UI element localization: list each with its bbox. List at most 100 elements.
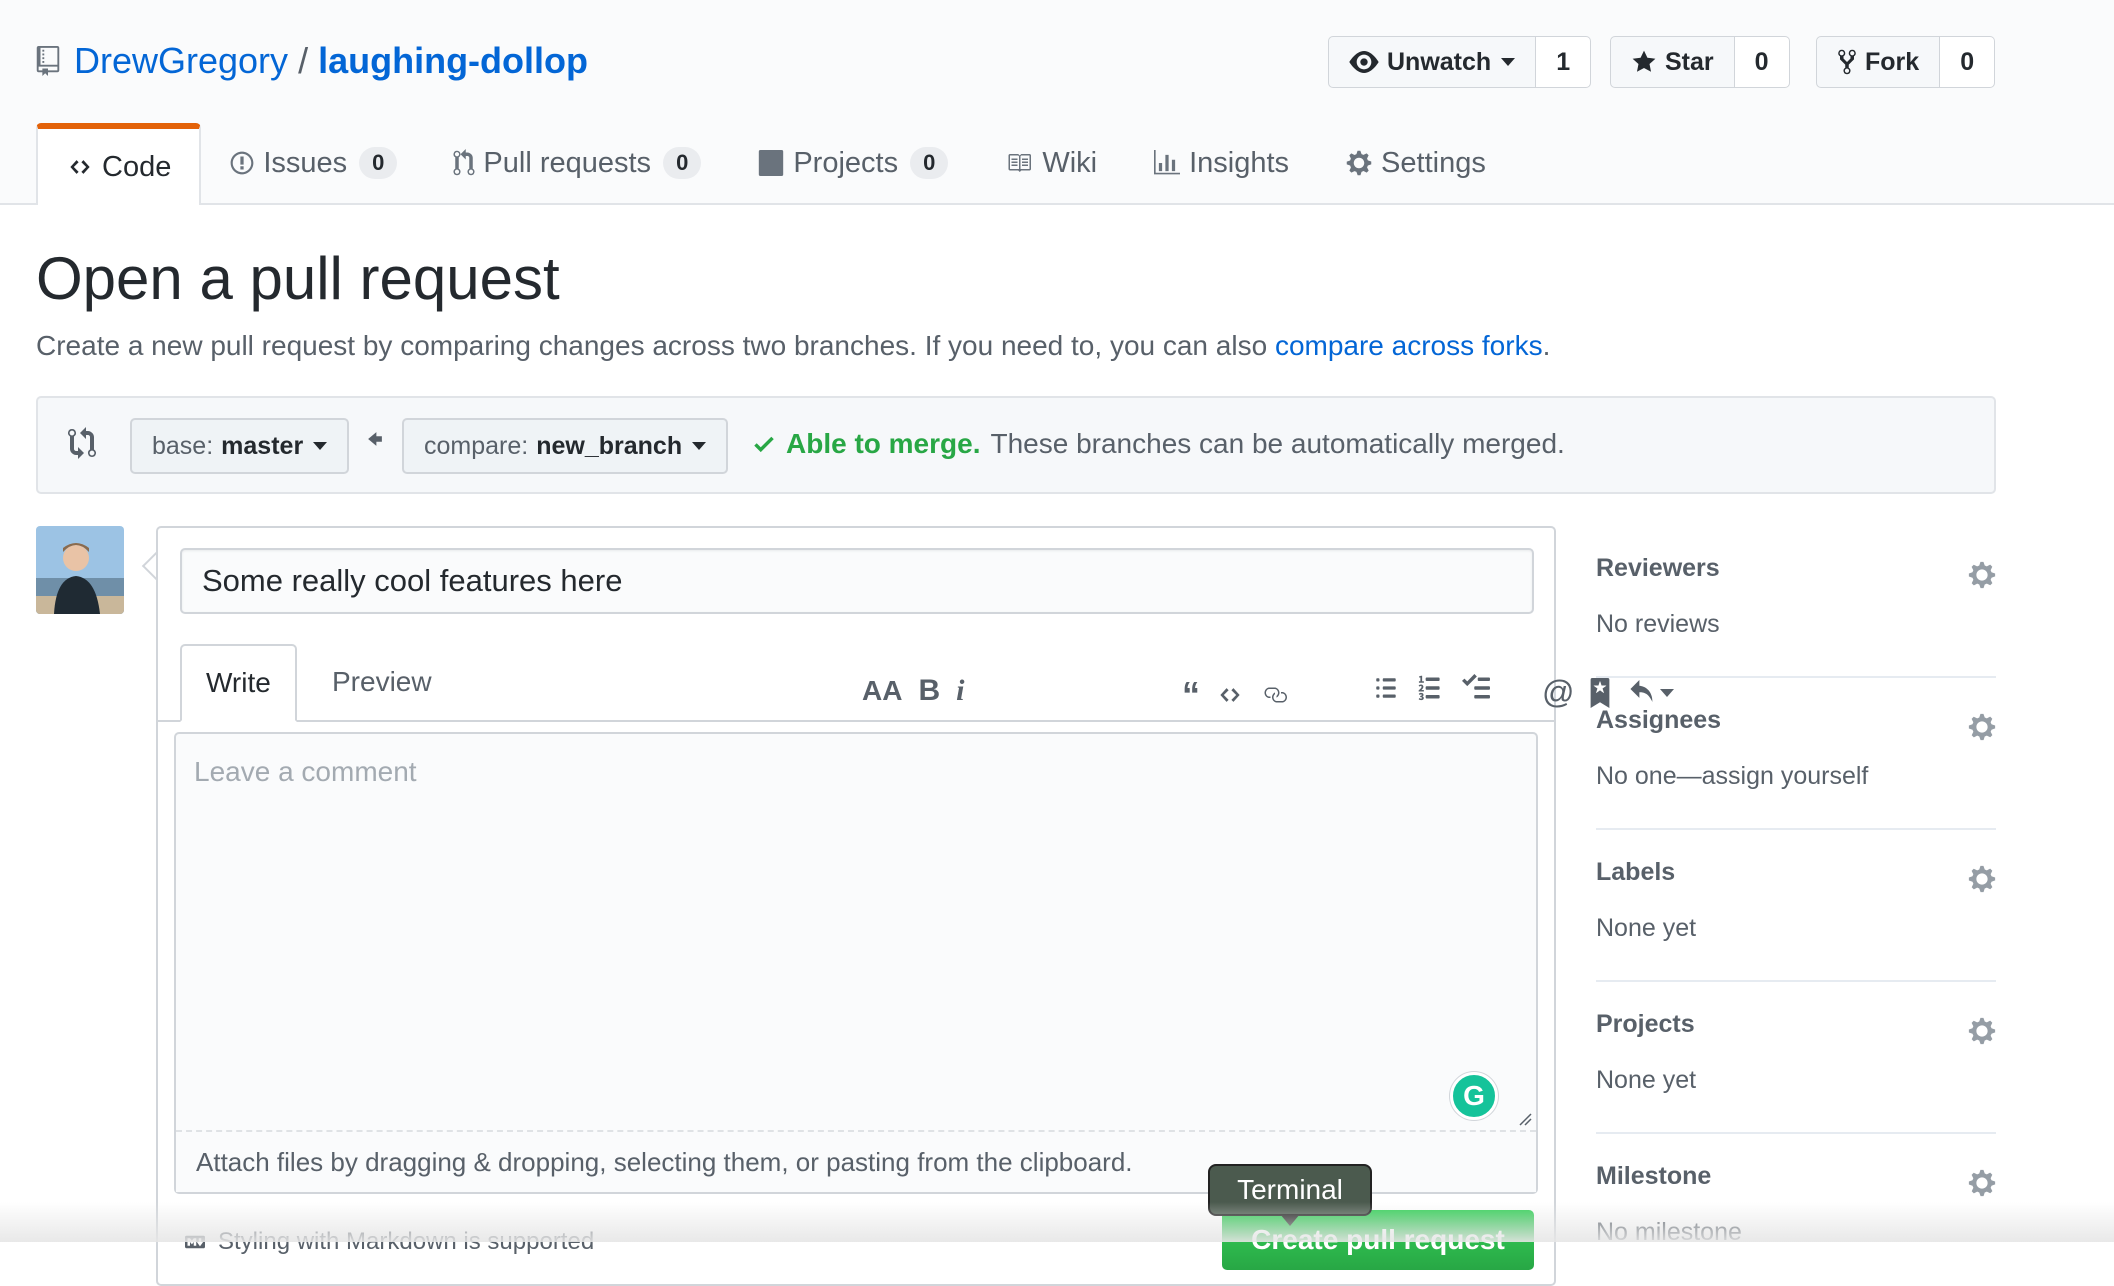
avatar[interactable]: [36, 526, 124, 614]
gear-icon[interactable]: [1968, 1168, 1996, 1198]
tab-projects[interactable]: Projects 0: [729, 123, 976, 203]
fork-group: Fork 0: [1816, 36, 1996, 90]
check-icon: [754, 436, 774, 453]
tab-write[interactable]: Write: [180, 644, 297, 722]
tab-insights-label: Insights: [1189, 146, 1290, 179]
issues-counter: 0: [359, 147, 398, 179]
subtitle-end: .: [1542, 330, 1551, 361]
tab-code[interactable]: Code: [36, 123, 202, 205]
chevron-down-icon: [313, 442, 328, 450]
page-subtitle: Create a new pull request by comparing c…: [36, 330, 1550, 362]
fork-label: Fork: [1865, 47, 1920, 76]
fork-button[interactable]: Fork: [1816, 36, 1941, 88]
task-list-icon[interactable]: [1460, 674, 1492, 702]
code-icon[interactable]: [1216, 684, 1244, 706]
gear-icon[interactable]: [1968, 712, 1996, 742]
star-button[interactable]: Star: [1610, 36, 1735, 88]
sidebar-title: Projects: [1596, 1010, 1695, 1038]
unordered-list-icon[interactable]: [1372, 675, 1400, 701]
compare-branch: new_branch: [536, 431, 683, 460]
pr-title-input[interactable]: Some really cool features here: [180, 548, 1534, 614]
code-icon: [70, 160, 90, 174]
markdown-toolbar: AA B i: [854, 674, 972, 708]
editor-tabs: Write Preview AA B i “ @: [158, 636, 1675, 722]
compare-branch-select[interactable]: compare: new_branch: [402, 418, 729, 474]
tab-projects-label: Projects: [793, 146, 899, 179]
repo-owner-link[interactable]: DrewGregory: [74, 40, 288, 82]
arrow-left-icon: [368, 432, 382, 446]
ordered-list-icon[interactable]: [1416, 674, 1444, 702]
tab-code-label: Code: [102, 150, 172, 183]
resize-handle-icon[interactable]: [1518, 1112, 1532, 1126]
repo-name-link[interactable]: laughing-dollop: [318, 40, 588, 82]
page-title: Open a pull request: [36, 245, 560, 312]
star-icon: [1632, 50, 1656, 72]
book-icon: [1008, 154, 1032, 172]
projects-counter: 0: [910, 147, 949, 179]
unwatch-label: Unwatch: [1387, 47, 1492, 76]
tab-issues-label: Issues: [263, 146, 348, 179]
unwatch-button[interactable]: Unwatch: [1328, 36, 1537, 88]
tab-settings-label: Settings: [1381, 146, 1486, 179]
sidebar-projects[interactable]: Projects None yet: [1596, 982, 1996, 1134]
watch-group: Unwatch 1: [1328, 36, 1592, 90]
bold-icon[interactable]: B: [918, 674, 940, 708]
bottom-fade: [0, 1202, 2114, 1242]
sidebar-value: None yet: [1596, 914, 1697, 942]
sidebar-value: None yet: [1596, 1066, 1697, 1094]
quote-icon[interactable]: “: [1182, 674, 1200, 716]
italic-icon[interactable]: i: [956, 674, 964, 708]
sidebar-value: No reviews: [1596, 610, 1720, 638]
base-prefix: base:: [152, 431, 214, 460]
sidebar-title: Labels: [1596, 858, 1676, 886]
text-size-icon[interactable]: AA: [862, 675, 902, 707]
mention-icon[interactable]: @: [1542, 674, 1574, 711]
markdown-toolbar-2: “: [1174, 674, 1298, 716]
repo-icon: [36, 46, 60, 76]
sidebar-assignees[interactable]: Assignees No one—assign yourself: [1596, 678, 1996, 830]
sidebar-labels[interactable]: Labels None yet: [1596, 830, 1996, 982]
base-branch-select[interactable]: base: master: [130, 418, 350, 474]
graph-icon: [1154, 150, 1181, 175]
repo-separator: /: [298, 40, 309, 81]
watchers-count[interactable]: 1: [1536, 36, 1592, 88]
subtitle-text: Create a new pull request by comparing c…: [36, 330, 1275, 361]
compare-prefix: compare:: [424, 431, 529, 460]
tab-preview[interactable]: Preview: [308, 644, 456, 720]
gear-icon: [1346, 150, 1372, 176]
project-icon: [759, 150, 784, 176]
pull-request-icon: [453, 149, 475, 176]
discussion-sidebar: Reviewers No reviews Assignees No one—as…: [1596, 526, 1996, 1284]
compare-icon: [68, 427, 96, 459]
tab-settings[interactable]: Settings: [1317, 123, 1514, 203]
pull-requests-counter: 0: [663, 147, 702, 179]
gear-icon[interactable]: [1968, 1016, 1996, 1046]
chevron-down-icon: [1501, 58, 1516, 66]
tab-pull-requests[interactable]: Pull requests 0: [425, 123, 729, 203]
comment-textarea[interactable]: Leave a comment G Attach files by draggi…: [174, 732, 1538, 1194]
tab-insights[interactable]: Insights: [1125, 123, 1317, 203]
merge-status: Able to merge. These branches can be aut…: [752, 428, 1565, 460]
tab-pull-requests-label: Pull requests: [483, 146, 652, 179]
repo-nav: Code Issues 0 Pull requests 0 Projects 0…: [36, 123, 1514, 205]
tab-wiki-label: Wiki: [1042, 146, 1098, 179]
stars-count[interactable]: 0: [1734, 36, 1790, 88]
compare-forks-link[interactable]: compare across forks: [1275, 330, 1543, 361]
gear-icon[interactable]: [1968, 864, 1996, 894]
sidebar-value[interactable]: No one—assign yourself: [1596, 762, 1868, 791]
comment-placeholder: Leave a comment: [194, 756, 417, 787]
tab-wiki[interactable]: Wiki: [976, 123, 1125, 203]
sidebar-reviewers[interactable]: Reviewers No reviews: [1596, 526, 1996, 678]
tab-issues[interactable]: Issues 0: [201, 123, 425, 203]
repo-title: DrewGregory / laughing-dollop: [36, 40, 588, 82]
grammarly-icon[interactable]: G: [1450, 1072, 1498, 1120]
sidebar-title: Reviewers: [1596, 554, 1720, 582]
link-icon[interactable]: [1260, 683, 1290, 707]
issue-icon: [230, 151, 254, 175]
repo-header: DrewGregory / laughing-dollop Unwatch 1 …: [0, 0, 2114, 205]
merge-ok-label: Able to merge.: [786, 428, 981, 459]
eye-icon: [1349, 51, 1379, 73]
merge-message: These branches can be automatically merg…: [990, 428, 1565, 459]
gear-icon[interactable]: [1968, 560, 1996, 590]
forks-count[interactable]: 0: [1940, 36, 1996, 88]
